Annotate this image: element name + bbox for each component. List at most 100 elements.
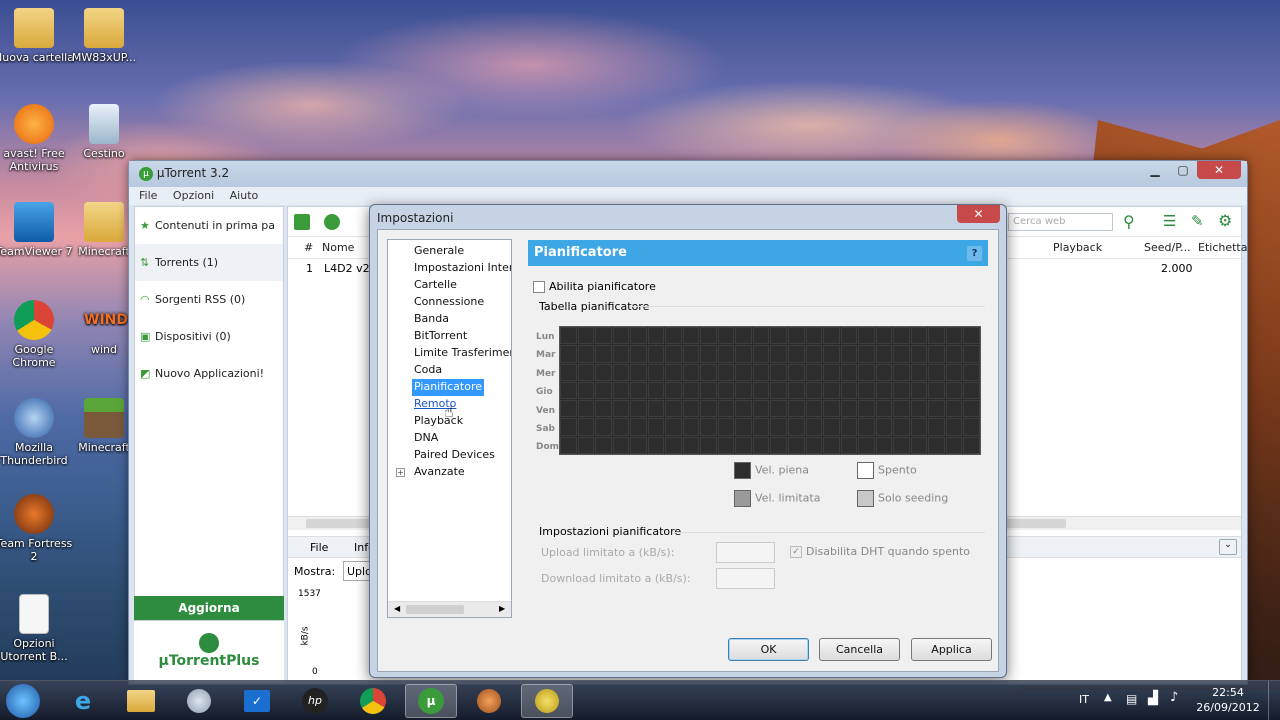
col-playback[interactable]: Playback (1053, 241, 1102, 254)
schedule-cell[interactable] (945, 363, 963, 381)
add-torrent-icon[interactable] (294, 214, 310, 230)
schedule-cell[interactable] (788, 436, 805, 454)
schedule-cell[interactable] (735, 400, 752, 418)
schedule-cell[interactable] (893, 436, 910, 454)
schedule-cell[interactable] (700, 418, 717, 436)
show-hidden-icons-icon[interactable]: ▲ (1104, 692, 1112, 703)
schedule-cell[interactable] (612, 345, 630, 363)
schedule-cell[interactable] (752, 418, 770, 436)
schedule-cell[interactable] (945, 381, 963, 400)
schedule-cell[interactable] (823, 345, 840, 363)
schedule-cell[interactable] (665, 345, 682, 363)
schedule-cell[interactable] (805, 327, 823, 345)
maximize-icon[interactable]: ▢ (1169, 161, 1197, 179)
schedule-cell[interactable] (910, 418, 928, 436)
taskbar-utorrent[interactable]: µ (405, 684, 457, 718)
desktop-icon-opzioni[interactable]: Opzioni Utorrent B... (0, 594, 74, 663)
schedule-cell[interactable] (577, 418, 595, 436)
schedule-cell[interactable] (910, 345, 928, 363)
tree-item-pianificatore[interactable]: Pianificatore (412, 379, 485, 396)
schedule-cell[interactable] (928, 363, 945, 381)
tree-item-playback[interactable]: Playback (412, 413, 465, 430)
schedule-cell[interactable] (752, 400, 770, 418)
schedule-cell[interactable] (823, 418, 840, 436)
schedule-cell[interactable] (928, 345, 945, 363)
schedule-cell[interactable] (893, 345, 910, 363)
schedule-cell[interactable] (612, 381, 630, 400)
schedule-cell[interactable] (612, 363, 630, 381)
taskbar-task[interactable]: ✓ (231, 684, 283, 718)
chevron-down-icon[interactable]: ⌄ (1219, 539, 1237, 555)
schedule-cell[interactable] (735, 363, 752, 381)
schedule-cell[interactable] (928, 400, 945, 418)
schedule-cell[interactable] (858, 327, 875, 345)
schedule-cell[interactable] (840, 345, 858, 363)
schedule-cell[interactable] (770, 363, 788, 381)
schedule-cell[interactable] (560, 436, 577, 454)
desktop-icon-cestino[interactable]: Cestino (64, 104, 144, 160)
tree-item-bittorrent[interactable]: BitTorrent (412, 328, 469, 345)
schedule-cell[interactable] (840, 381, 858, 400)
col-seed[interactable]: Seed/P... (1144, 241, 1191, 254)
schedule-cell[interactable] (700, 381, 717, 400)
schedule-cell[interactable] (788, 400, 805, 418)
schedule-cell[interactable] (735, 381, 752, 400)
schedule-cell[interactable] (682, 345, 700, 363)
add-url-icon[interactable] (324, 214, 340, 230)
schedule-cell[interactable] (735, 327, 752, 345)
schedule-cell[interactable] (577, 381, 595, 400)
disable-dht-row[interactable]: ✓ Disabilita DHT quando spento (790, 545, 970, 558)
tree-item-avanzate[interactable]: Avanzate (412, 464, 467, 481)
schedule-cell[interactable] (717, 327, 735, 345)
menu-opzioni[interactable]: Opzioni (173, 189, 214, 202)
schedule-cell[interactable] (788, 418, 805, 436)
schedule-cell[interactable] (945, 436, 963, 454)
schedule-cell[interactable] (840, 363, 858, 381)
schedule-cell[interactable] (945, 327, 963, 345)
tree-item-coda[interactable]: Coda (412, 362, 444, 379)
schedule-cell[interactable] (788, 381, 805, 400)
schedule-cell[interactable] (805, 381, 823, 400)
schedule-cell[interactable] (717, 400, 735, 418)
schedule-cell[interactable] (945, 418, 963, 436)
sidebar-item-apps[interactable]: ◩ Nuovo Applicazioni! (135, 355, 283, 392)
schedule-cell[interactable] (612, 418, 630, 436)
schedule-cell[interactable] (893, 381, 910, 400)
schedule-cell[interactable] (770, 418, 788, 436)
schedule-cell[interactable] (630, 381, 647, 400)
schedule-cell[interactable] (700, 327, 717, 345)
desktop-icon-chrome[interactable]: Google Chrome (0, 300, 74, 369)
schedule-cell[interactable] (910, 436, 928, 454)
scroll-left-icon[interactable]: ◀ (394, 604, 400, 613)
close-icon[interactable]: ✕ (957, 205, 1000, 223)
utorrent-titlebar[interactable]: µ µTorrent 3.2 (129, 161, 1247, 187)
schedule-cell[interactable] (963, 418, 980, 436)
sidebar-item-devices[interactable]: ▣ Dispositivi (0) (135, 318, 283, 355)
schedule-cell[interactable] (577, 345, 595, 363)
list-view-icon[interactable]: ☰ (1163, 212, 1176, 230)
schedule-cell[interactable] (700, 363, 717, 381)
schedule-cell[interactable] (875, 400, 893, 418)
schedule-cell[interactable] (770, 327, 788, 345)
schedule-cell[interactable] (928, 381, 945, 400)
schedule-cell[interactable] (805, 400, 823, 418)
schedule-cell[interactable] (560, 400, 577, 418)
schedule-cell[interactable] (770, 400, 788, 418)
start-button[interactable] (6, 684, 40, 718)
schedule-cell[interactable] (770, 345, 788, 363)
schedule-cell[interactable] (682, 327, 700, 345)
schedule-cell[interactable] (647, 418, 665, 436)
schedule-cell[interactable] (700, 345, 717, 363)
schedule-cell[interactable] (595, 436, 612, 454)
tray-icon[interactable]: ▤ (1126, 692, 1137, 706)
schedule-cell[interactable] (717, 418, 735, 436)
tree-item-paired-devices[interactable]: Paired Devices (412, 447, 497, 464)
taskbar-game[interactable] (463, 684, 515, 718)
taskbar-tool[interactable] (173, 684, 225, 718)
schedule-cell[interactable] (875, 345, 893, 363)
tab-file[interactable]: File (310, 541, 328, 554)
desktop-icon-tf2[interactable]: Team Fortress 2 (0, 494, 74, 563)
schedule-cell[interactable] (910, 327, 928, 345)
col-num[interactable]: # (304, 241, 313, 254)
schedule-cell[interactable] (595, 418, 612, 436)
